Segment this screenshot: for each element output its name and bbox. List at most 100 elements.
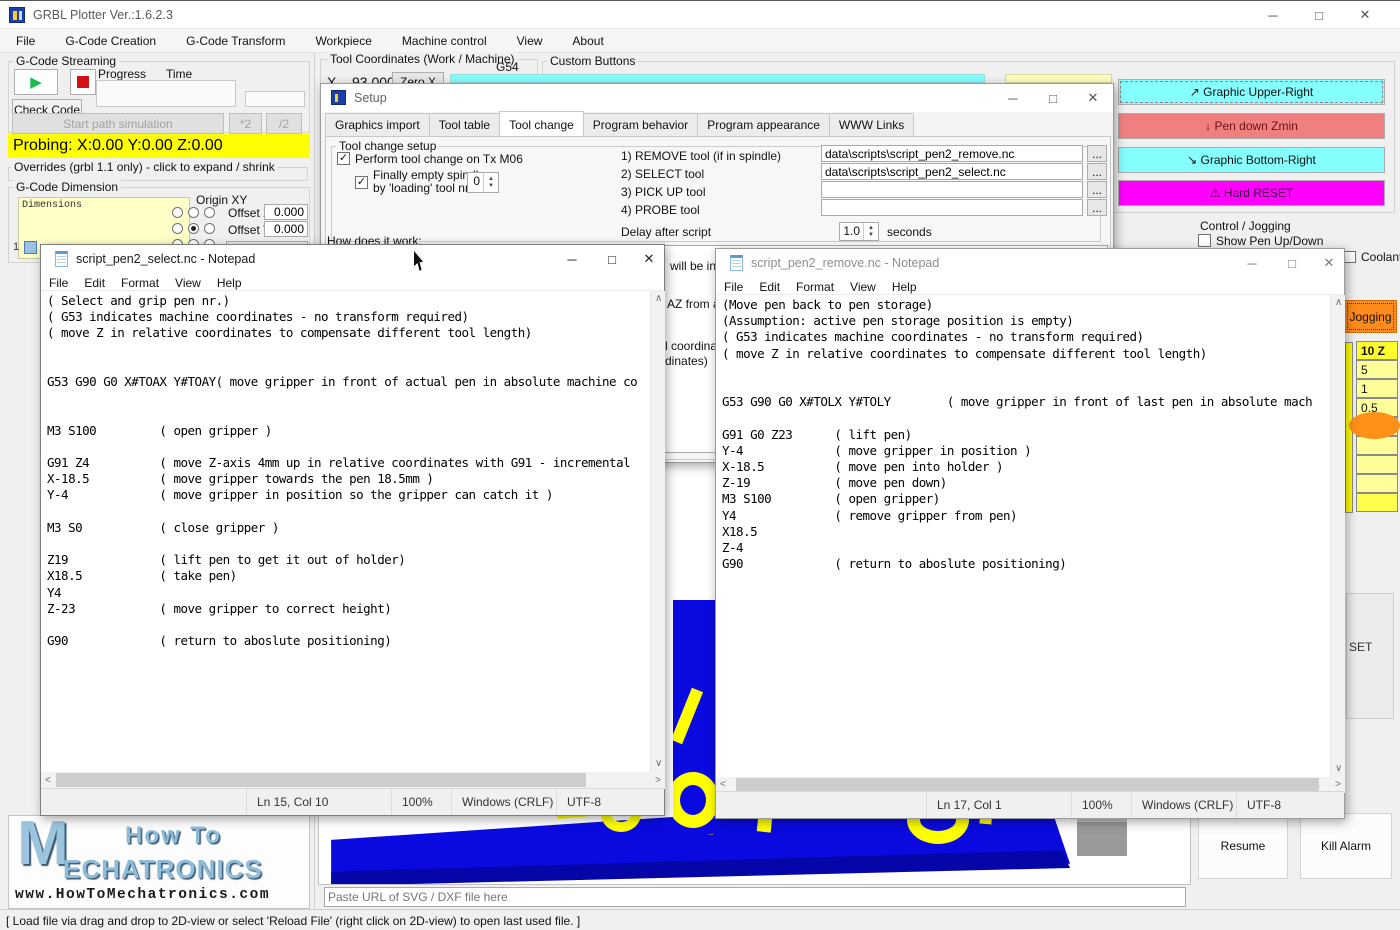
notepad1-menu-view[interactable]: View [167, 273, 209, 290]
logo-how-to: How To [125, 822, 222, 850]
notepad1-close-button[interactable]: ✕ [632, 245, 666, 273]
offset-y-field[interactable] [264, 221, 308, 237]
custom-button-pen-down-zmin[interactable]: ↓ Pen down Zmin [1118, 113, 1385, 139]
time-display [245, 91, 305, 107]
jog-step-5[interactable]: 5 [1356, 360, 1398, 379]
stream-play-button[interactable]: ▶ [14, 69, 58, 95]
tab-program-behavior[interactable]: Program behavior [583, 113, 698, 136]
empty-spindle-checkbox[interactable] [355, 176, 368, 189]
jog-indicator-ellipse [1349, 412, 1400, 439]
minimize-button[interactable]: ─ [1250, 1, 1296, 29]
origin-radio[interactable] [172, 223, 183, 234]
menu-workpiece[interactable]: Workpiece [307, 31, 379, 51]
notepad2-menu-view[interactable]: View [842, 277, 884, 294]
spinner-arrows[interactable]: ▲▼ [483, 173, 498, 192]
svg-url-input[interactable] [324, 887, 1186, 907]
menu-gcode-creation[interactable]: G-Code Creation [57, 31, 164, 51]
jog-step-empty[interactable] [1356, 474, 1398, 493]
origin-radio[interactable] [188, 207, 199, 218]
custom-button-hard-reset[interactable]: ⚠ Hard RESET [1118, 180, 1385, 206]
notepad2-status-zoom[interactable]: 100% [1071, 792, 1131, 818]
notepad2-close-button[interactable]: ✕ [1312, 249, 1346, 277]
select-script-field[interactable] [821, 163, 1083, 180]
notepad1-hscrollbar[interactable]: < > [41, 772, 665, 789]
main-titlebar: GRBL Plotter Ver.:1.6.2.3 ─ □ ✕ [0, 1, 1400, 29]
overrides-label[interactable]: Overrides (grbl 1.1 only) - click to exp… [11, 160, 278, 174]
notepad2-menu-format[interactable]: Format [788, 277, 842, 294]
resume-button[interactable]: Resume [1198, 813, 1288, 879]
origin-radio-selected[interactable] [188, 223, 199, 234]
jogging-button[interactable]: Jogging [1344, 300, 1397, 333]
custom-button-graphic-bottom-right[interactable]: ↘ Graphic Bottom-Right [1118, 147, 1385, 173]
notepad1-hscroll-thumb[interactable] [56, 773, 586, 787]
pickup-script-field[interactable] [821, 181, 1083, 198]
notepad1-text-area[interactable]: ( Select and grip pen nr.) ( G53 indicat… [41, 291, 650, 772]
origin-radio[interactable] [204, 223, 215, 234]
browse-select-button[interactable]: ... [1087, 163, 1107, 180]
tool-nr-spinner[interactable]: 0 ▲▼ [467, 172, 499, 193]
spinner-arrows[interactable]: ▲▼ [863, 223, 878, 240]
notepad1-vscrollbar[interactable]: ∧ ∨ [650, 291, 665, 772]
remove-script-field[interactable] [821, 145, 1083, 162]
custom-button-strip-1[interactable] [450, 74, 985, 83]
menu-file[interactable]: File [8, 31, 43, 51]
menu-gcode-transform[interactable]: G-Code Transform [178, 31, 293, 51]
notepad2-maximize-button[interactable]: □ [1272, 249, 1312, 277]
show-pen-checkbox[interactable] [1198, 234, 1211, 247]
tab-program-appearance[interactable]: Program appearance [697, 113, 830, 136]
jog-step-1[interactable]: 1 [1356, 379, 1398, 398]
app-icon [9, 7, 25, 23]
tab-tool-table[interactable]: Tool table [429, 113, 500, 136]
notepad1-menu-format[interactable]: Format [113, 273, 167, 290]
progress-bar [96, 80, 236, 107]
menu-about[interactable]: About [564, 31, 611, 51]
jog-step-empty[interactable] [1356, 493, 1398, 512]
notepad1-maximize-button[interactable]: □ [592, 245, 632, 273]
origin-radio[interactable] [204, 207, 215, 218]
tab-graphics-import[interactable]: Graphics import [325, 113, 430, 136]
speed-mul2-button[interactable]: *2 [229, 113, 262, 134]
notepad2-menu-edit[interactable]: Edit [751, 277, 788, 294]
notepad1-status-eol: Windows (CRLF) [451, 789, 556, 815]
custom-button-graphic-upper-right[interactable]: ↗ Graphic Upper-Right [1118, 79, 1385, 105]
notepad1-menu-edit[interactable]: Edit [76, 273, 113, 290]
notepad1-menu-help[interactable]: Help [209, 273, 250, 290]
tab-tool-change[interactable]: Tool change [499, 111, 584, 136]
kill-alarm-button[interactable]: Kill Alarm [1300, 813, 1392, 879]
notepad1-minimize-button[interactable]: ─ [552, 245, 592, 273]
browse-probe-button[interactable]: ... [1087, 199, 1107, 216]
notepad2-menu-help[interactable]: Help [884, 277, 925, 294]
start-simulation-button[interactable]: Start path simulation [12, 113, 224, 134]
custom-button-strip-2[interactable] [1005, 74, 1112, 83]
jog-step-empty[interactable] [1356, 455, 1398, 474]
close-button[interactable]: ✕ [1342, 1, 1388, 29]
notepad1-status-zoom[interactable]: 100% [391, 789, 451, 815]
notepad2-hscroll-thumb[interactable] [736, 778, 1319, 791]
maximize-button[interactable]: □ [1296, 1, 1342, 29]
browse-pickup-button[interactable]: ... [1087, 181, 1107, 198]
origin-radio[interactable] [172, 207, 183, 218]
tab-www-links[interactable]: WWW Links [829, 113, 914, 136]
setup-close-button[interactable]: ✕ [1073, 84, 1113, 112]
stream-stop-button[interactable] [70, 69, 96, 95]
speed-div2-button[interactable]: /2 [266, 113, 302, 134]
menu-view[interactable]: View [509, 31, 551, 51]
notepad2-text-area[interactable]: (Move pen back to pen storage) (Assumpti… [716, 295, 1330, 777]
jog-step-header[interactable]: 10 Z [1356, 341, 1398, 360]
browse-remove-button[interactable]: ... [1087, 145, 1107, 162]
offset-x-field[interactable] [264, 204, 308, 220]
reset-partial-label: SET [1349, 640, 1372, 654]
notepad1-menu-file[interactable]: File [41, 273, 76, 290]
setup-maximize-button[interactable]: □ [1033, 84, 1073, 112]
overrides-group[interactable]: Overrides (grbl 1.1 only) - click to exp… [8, 167, 308, 181]
reset-panel-partial[interactable]: SET [1346, 593, 1394, 719]
notepad2-vscrollbar[interactable]: ∧ ∨ [1330, 295, 1345, 777]
perform-toolchange-checkbox[interactable] [337, 152, 350, 165]
notepad1-status-encoding: UTF-8 [556, 789, 666, 815]
delay-spinner[interactable]: 1.0 ▲▼ [839, 222, 879, 241]
notepad2-minimize-button[interactable]: ─ [1232, 249, 1272, 277]
probe-script-field[interactable] [821, 199, 1083, 216]
notepad2-menu-file[interactable]: File [716, 277, 751, 294]
setup-minimize-button[interactable]: ─ [993, 84, 1033, 112]
menu-machine-control[interactable]: Machine control [394, 31, 495, 51]
